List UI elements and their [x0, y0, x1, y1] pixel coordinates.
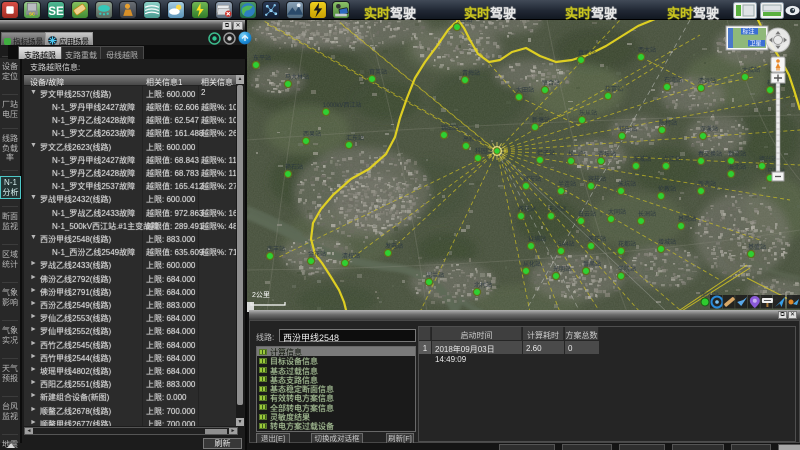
- svg-text:长洲站: 长洲站: [638, 210, 656, 218]
- svg-text:伦教站: 伦教站: [658, 185, 676, 193]
- svg-text:花都站: 花都站: [618, 240, 636, 248]
- svg-text:真武站: 真武站: [578, 49, 596, 57]
- svg-text:西大站: 西大站: [638, 46, 656, 54]
- svg-text:卫星: 卫星: [750, 41, 762, 48]
- svg-text:高新站: 高新站: [463, 135, 481, 143]
- svg-text:2公里: 2公里: [252, 291, 270, 299]
- svg-text:春交换站: 春交换站: [698, 150, 722, 158]
- svg-text:松山站: 松山站: [568, 150, 586, 158]
- svg-text:标注: 标注: [743, 28, 755, 36]
- svg-text:朱坑站: 朱坑站: [618, 180, 636, 188]
- svg-text:大成站: 大成站: [742, 66, 760, 74]
- svg-text:南丰站: 南丰站: [267, 245, 285, 253]
- svg-text:番禺站: 番禺站: [583, 260, 601, 268]
- svg-text:白云站: 白云站: [578, 210, 596, 218]
- svg-text:茶花站: 茶花站: [518, 205, 536, 213]
- svg-text:新塘站: 新塘站: [532, 116, 550, 124]
- svg-text:泥兰站: 泥兰站: [426, 271, 444, 279]
- svg-text:光明站: 光明站: [553, 265, 571, 273]
- svg-text:汉溪站: 汉溪站: [700, 125, 718, 133]
- svg-text:大田站: 大田站: [516, 86, 534, 94]
- svg-text:1000kV西江站: 1000kV西江站: [323, 101, 361, 109]
- svg-text:清权站: 清权站: [342, 252, 360, 260]
- svg-text:基岗站: 基岗站: [678, 215, 696, 223]
- svg-text:大同站: 大同站: [608, 208, 626, 216]
- svg-text:勒流站: 勒流站: [728, 150, 746, 158]
- svg-text:发电站: 发电站: [385, 242, 403, 250]
- svg-text:天河站: 天河站: [548, 205, 566, 213]
- svg-text:东平站: 东平站: [253, 54, 271, 62]
- svg-text:联合站: 联合站: [542, 79, 560, 87]
- svg-text:陈村站: 陈村站: [659, 119, 677, 127]
- svg-text:从化站: 从化站: [523, 260, 541, 268]
- svg-text:马大林站: 马大林站: [285, 73, 309, 81]
- svg-text:半连站: 半连站: [558, 180, 576, 188]
- svg-text:SE: SE: [48, 5, 64, 18]
- svg-text:镇田站: 镇田站: [619, 125, 637, 133]
- svg-text:基盛站: 基盛站: [748, 243, 766, 251]
- svg-text:黄埔站: 黄埔站: [528, 235, 546, 243]
- svg-text:锦田站: 锦田站: [441, 124, 459, 132]
- svg-text:乐从站: 乐从站: [579, 109, 597, 117]
- svg-text:艳石站: 艳石站: [285, 163, 303, 171]
- svg-text:5A4站: 5A4站: [558, 240, 575, 248]
- svg-text:杏坛站: 杏坛站: [598, 150, 616, 158]
- svg-text:西果站: 西果站: [303, 130, 321, 138]
- svg-text:德兴站: 德兴站: [759, 155, 777, 163]
- svg-text:新造站: 新造站: [698, 180, 716, 188]
- svg-text:SC: SC: [29, 12, 35, 17]
- svg-text:深城站: 深城站: [633, 155, 651, 163]
- svg-text:龙江站: 龙江站: [663, 155, 681, 163]
- svg-text:学院站: 学院站: [618, 265, 636, 273]
- svg-text:海北站: 海北站: [728, 163, 746, 171]
- svg-text:石湾站: 石湾站: [664, 76, 682, 84]
- svg-text:官安站: 官安站: [523, 175, 541, 183]
- svg-text:清远站: 清远站: [698, 77, 716, 85]
- svg-text:青梅站: 青梅站: [462, 69, 480, 77]
- svg-text:科园站: 科园站: [475, 147, 493, 155]
- svg-text:育英站: 育英站: [369, 68, 387, 76]
- svg-text:狮子站: 狮子站: [537, 149, 555, 157]
- svg-text:北村站: 北村站: [474, 281, 492, 289]
- svg-text:容桂站: 容桂站: [588, 175, 606, 183]
- svg-text:金花站: 金花站: [308, 250, 326, 258]
- svg-text:莲花站: 莲花站: [588, 235, 606, 243]
- svg-text:楼富站: 楼富站: [605, 85, 623, 93]
- svg-text:增城站: 增城站: [658, 238, 676, 246]
- svg-text:汇东站: 汇东站: [346, 134, 364, 142]
